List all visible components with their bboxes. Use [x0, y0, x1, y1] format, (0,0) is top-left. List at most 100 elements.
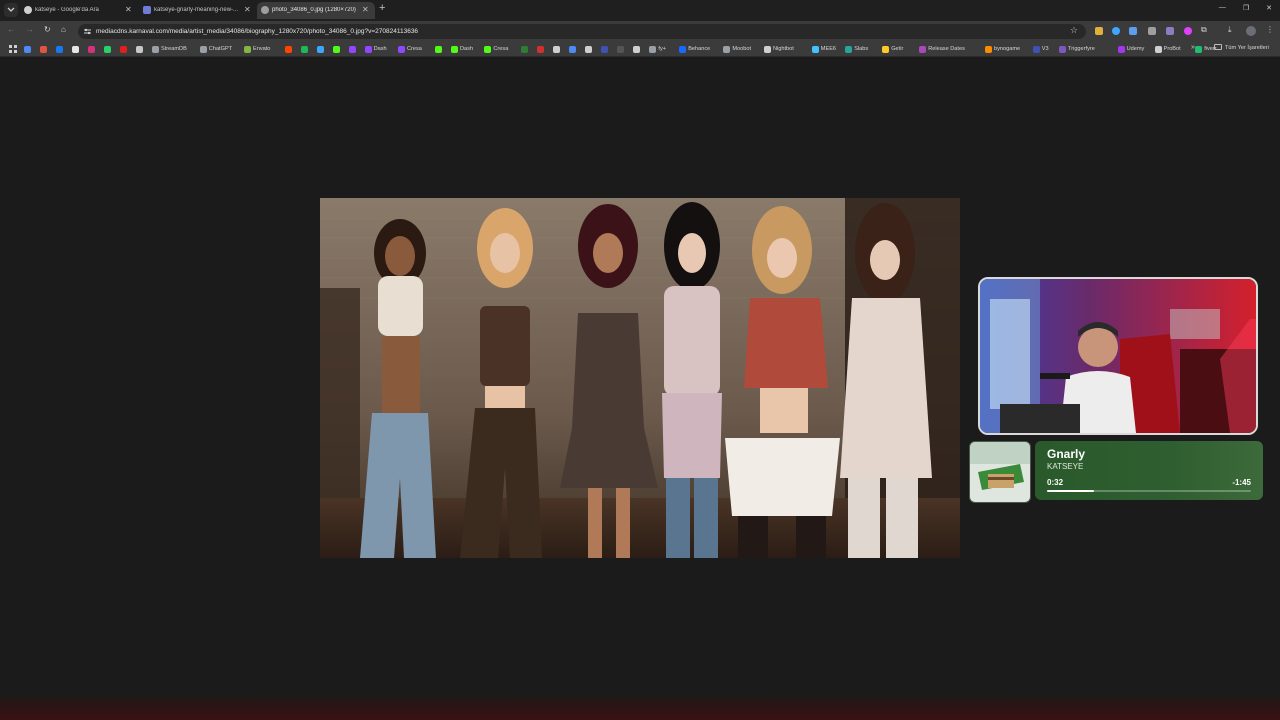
tab-title: katseye - Google'da Ara: [35, 7, 99, 13]
bookmark-label: Cresa: [407, 46, 422, 52]
back-button[interactable]: ←: [7, 25, 15, 34]
nightbot-icon: [764, 46, 771, 53]
extension-icon[interactable]: [1166, 27, 1174, 35]
more-bookmarks-icon[interactable]: »: [1191, 44, 1195, 51]
extension-icon[interactable]: [1129, 27, 1137, 35]
facebook-icon: [56, 46, 63, 53]
bookmark-label: bynogame: [994, 46, 1021, 52]
bookmark-label: fy+: [658, 46, 667, 52]
window-controls: — ❐ ✕: [1219, 4, 1272, 12]
extension-icon[interactable]: [1184, 27, 1192, 35]
tab-title: katseye-gnarly-meaning-new-...: [154, 7, 238, 13]
folder-icon: [1214, 44, 1222, 50]
slabs-icon: [845, 46, 853, 53]
home-button[interactable]: ⌂: [61, 25, 66, 34]
track-title: Gnarly: [1047, 447, 1086, 461]
bottom-stream-glow: [0, 694, 1280, 720]
bookmarks-bar: StreamDB ChatGPT Envato Dash Cresa Dash Cresa f…: [0, 42, 1280, 57]
tab-title: photo_34086_0.jpg (1280×720): [272, 7, 356, 13]
now-playing-widget: Gnarly KATSEYE 0:32 -1:45: [1035, 441, 1263, 500]
bookmark-label: Getir: [891, 46, 904, 52]
tab-google-search[interactable]: katseye - Google'da Ara ✕: [20, 2, 138, 19]
chrome-icon: [24, 46, 31, 53]
url-text[interactable]: mediacdns.karnaval.com/media/artist_medi…: [96, 28, 418, 35]
tab-katseye-article[interactable]: katseye-gnarly-meaning-new-... ✕: [139, 2, 257, 19]
webcam-overlay: [978, 277, 1258, 435]
probot-icon: [1154, 46, 1162, 53]
udemy-icon: [1117, 46, 1125, 53]
webcam-feed: [980, 279, 1256, 433]
circle-icon: [569, 46, 577, 53]
square-icon: [617, 46, 625, 53]
bynogame-icon: [985, 46, 992, 53]
bookmark-label: Behance: [688, 46, 711, 52]
kick-icon: [435, 46, 442, 53]
kick-icon: [484, 46, 492, 53]
menu-icon[interactable]: ⋮: [1266, 25, 1274, 34]
close-window-icon[interactable]: ✕: [1266, 4, 1272, 12]
extension-icon[interactable]: [1112, 27, 1120, 35]
instagram-icon: [88, 46, 95, 53]
close-icon[interactable]: ✕: [125, 5, 132, 14]
address-bar[interactable]: mediacdns.karnaval.com/media/artist_medi…: [78, 24, 1086, 39]
forward-button[interactable]: →: [26, 25, 34, 34]
apps-grid-icon[interactable]: [9, 45, 17, 53]
triggerfyre-icon: [1059, 46, 1066, 53]
release-icon: [919, 46, 927, 53]
chatgpt-icon: [199, 46, 207, 53]
site-info-icon[interactable]: [83, 27, 92, 36]
chevron-down-icon: [7, 7, 15, 12]
envato-icon: [244, 46, 251, 53]
twitch-icon: [364, 46, 372, 53]
restore-icon[interactable]: ❐: [1243, 4, 1249, 12]
kick-icon: [332, 46, 340, 53]
track-artist: KATSEYE: [1047, 462, 1084, 471]
bookmark-label: Envato: [253, 46, 271, 52]
tab-photo[interactable]: photo_34086_0.jpg (1280×720) ✕: [257, 2, 375, 19]
all-bookmarks-folder[interactable]: Tüm Yer İşaretleri: [1214, 44, 1269, 51]
fiverr-icon: [1195, 46, 1203, 53]
bookmark-star-icon[interactable]: ☆: [1070, 25, 1078, 36]
new-tab-button[interactable]: +: [379, 2, 385, 14]
extensions-puzzle-icon[interactable]: ⧉: [1201, 25, 1207, 35]
x-icon: [72, 46, 79, 53]
image-icon: [261, 6, 269, 14]
avatar[interactable]: [1246, 26, 1256, 36]
close-icon[interactable]: ✕: [244, 5, 251, 14]
record-icon: [537, 46, 545, 53]
bookmark-label: Udemy: [1126, 46, 1145, 52]
moobot-icon: [723, 46, 731, 53]
mail-icon: [40, 46, 47, 53]
v3-icon: [1032, 46, 1040, 53]
extension-icon[interactable]: [1148, 27, 1156, 35]
mee6-icon: [811, 46, 819, 53]
fy-icon: [649, 46, 657, 53]
bookmark-label: MEE6: [820, 46, 837, 52]
tab-search-button[interactable]: [4, 3, 18, 17]
behance-icon: [679, 46, 687, 53]
browser-toolbar: ← → ↻ ⌂ mediacdns.karnaval.com/media/art…: [0, 21, 1280, 42]
wp-icon: [633, 46, 641, 53]
b-icon: [601, 46, 609, 53]
download-icon[interactable]: ⤓: [1228, 25, 1232, 35]
kick-icon: [451, 46, 458, 53]
whatsapp-icon: [104, 46, 111, 53]
twitch-icon: [398, 46, 405, 53]
reload-button[interactable]: ↻: [44, 25, 51, 34]
google-icon: [24, 6, 32, 14]
elapsed-time: 0:32: [1047, 478, 1064, 487]
grid-icon: [553, 46, 561, 53]
minimize-icon[interactable]: —: [1219, 4, 1226, 12]
twitch-icon: [348, 46, 356, 53]
getir-icon: [882, 46, 890, 53]
bookmark-label: Triggerfyre: [1068, 46, 1095, 52]
bookmark-label: Dash: [460, 46, 474, 52]
bookmark-label: V3: [1041, 46, 1049, 52]
close-icon[interactable]: ✕: [362, 5, 369, 14]
progress-fill: [1047, 490, 1094, 492]
streamdb-icon: [152, 46, 159, 53]
bookmark-label: ProBot: [1163, 46, 1181, 52]
send-icon: [136, 46, 143, 53]
bookmark-label: ChatGPT: [208, 46, 233, 52]
extension-icon[interactable]: [1095, 27, 1103, 35]
